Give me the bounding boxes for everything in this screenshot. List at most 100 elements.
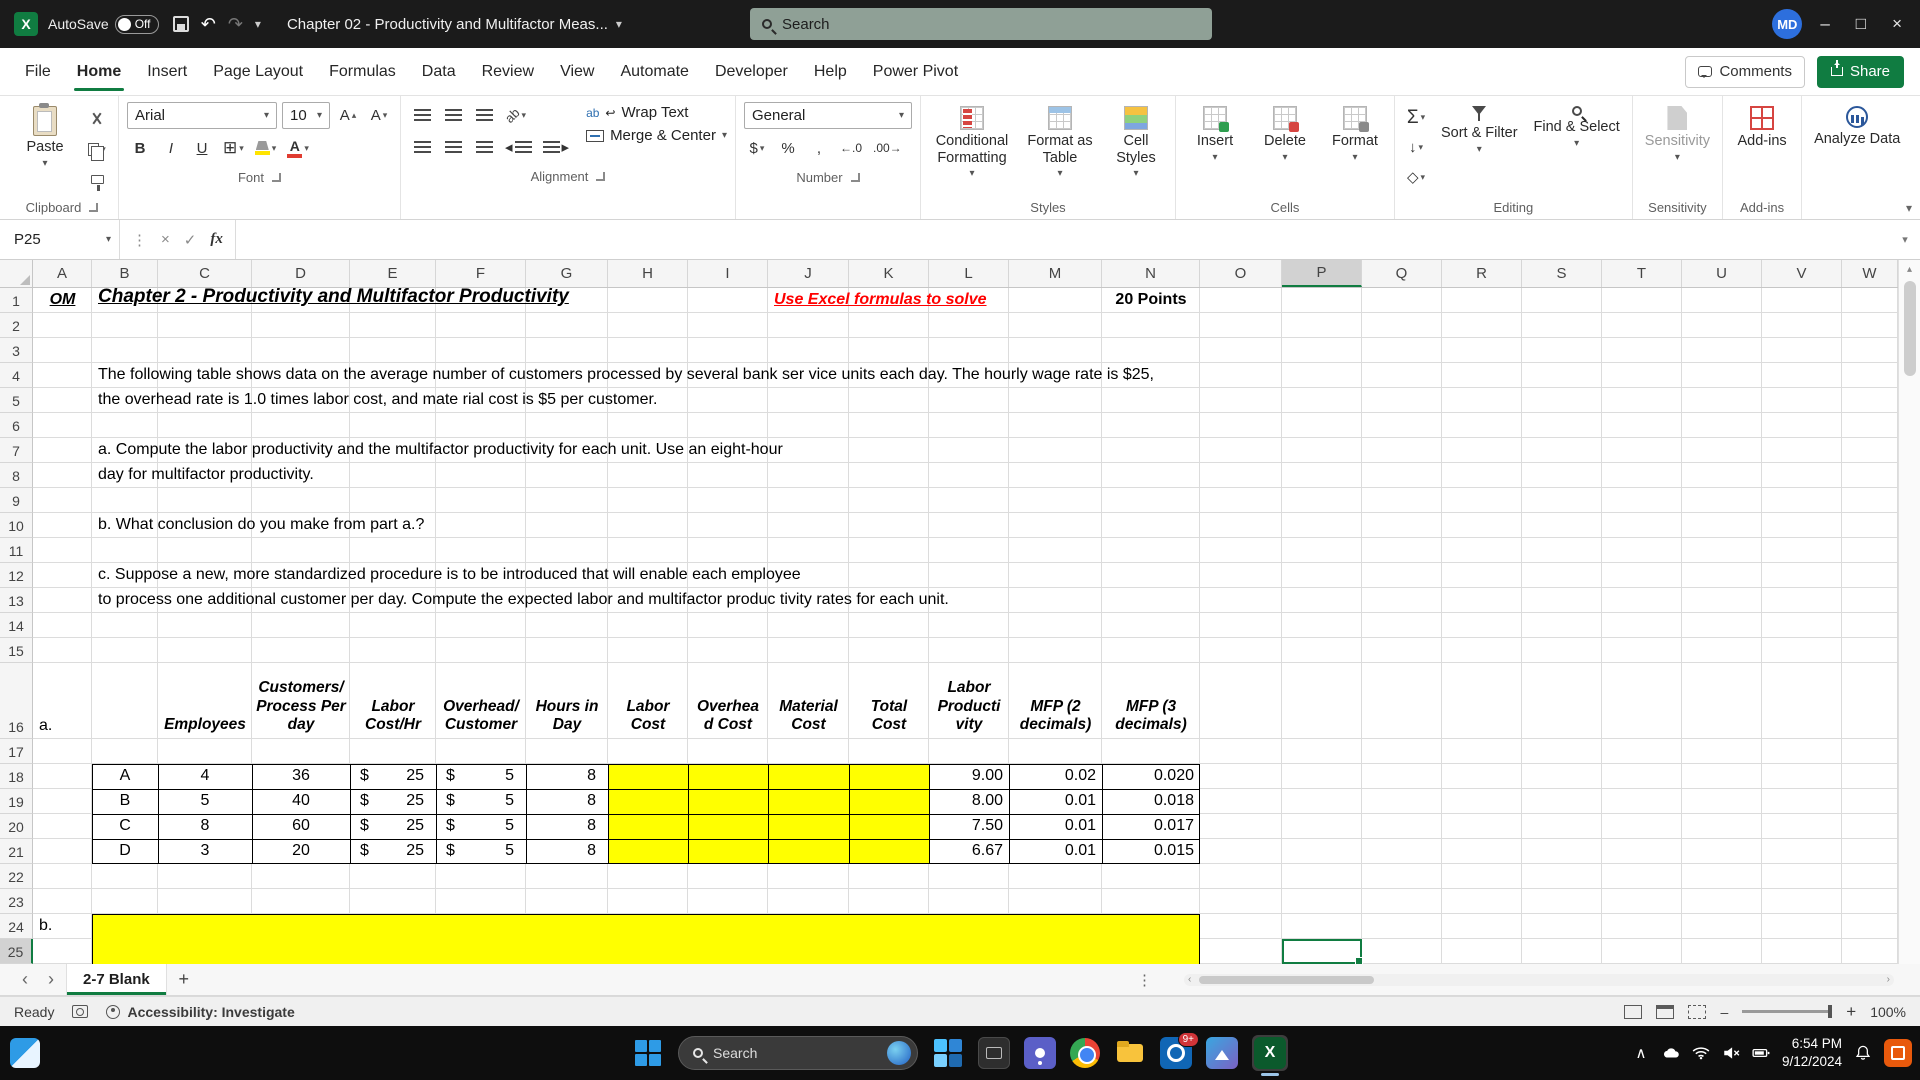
name-box[interactable]: P25 ▾ <box>0 220 120 259</box>
table-cell-I21[interactable] <box>688 839 768 864</box>
row-header-8[interactable]: 8 <box>0 463 33 488</box>
document-title[interactable]: Chapter 02 - Productivity and Multifacto… <box>287 16 622 33</box>
table-cell-H20[interactable] <box>608 814 688 839</box>
sensitivity-button[interactable]: Sensitivity ▾ <box>1641 102 1714 197</box>
comma-style-button[interactable]: , <box>806 135 832 161</box>
scroll-right-icon[interactable]: › <box>1887 974 1890 985</box>
ribbon-tab-review[interactable]: Review <box>469 48 547 95</box>
row-header-18[interactable]: 18 <box>0 764 33 789</box>
row-header-11[interactable]: 11 <box>0 538 33 563</box>
ribbon-tab-developer[interactable]: Developer <box>702 48 801 95</box>
decrease-decimal-button[interactable]: .00→ <box>870 135 905 161</box>
column-header-B[interactable]: B <box>92 260 158 287</box>
horizontal-scroll-thumb[interactable] <box>1199 975 1375 984</box>
app-window-button[interactable] <box>978 1037 1010 1069</box>
sheet-grid[interactable]: 1 2 3 4 5 6 7 8 9 10 11 12 13 14 15 16 17 18 19 20 21 22 23 24 2… <box>0 288 1898 964</box>
format-cells-button[interactable]: Format ▾ <box>1324 102 1386 197</box>
onedrive-icon[interactable] <box>1662 1045 1680 1061</box>
cancel-entry-button[interactable]: × <box>161 231 170 248</box>
row-header-1[interactable]: 1 <box>0 288 33 313</box>
account-avatar[interactable]: MD <box>1772 9 1803 39</box>
ribbon-tab-view[interactable]: View <box>547 48 607 95</box>
notifications-bell-icon[interactable] <box>1854 1045 1872 1061</box>
increase-indent-button[interactable]: ▸ <box>540 134 573 160</box>
column-header-H[interactable]: H <box>608 260 688 287</box>
row-header-3[interactable]: 3 <box>0 338 33 363</box>
autosum-button[interactable]: Σ ▾ <box>1403 104 1429 130</box>
close-button[interactable]: × <box>1892 14 1902 34</box>
row-header-15[interactable]: 15 <box>0 638 33 663</box>
column-header-V[interactable]: V <box>1762 260 1842 287</box>
table-cell-J19[interactable] <box>768 789 849 814</box>
table-cell-J21[interactable] <box>768 839 849 864</box>
number-format-select[interactable]: General ▾ <box>743 102 912 129</box>
scroll-up-icon[interactable]: ▴ <box>1907 264 1912 275</box>
screen-capture-icon[interactable] <box>1884 1039 1912 1067</box>
column-header-A[interactable]: A <box>33 260 92 287</box>
align-left-button[interactable] <box>409 134 435 160</box>
column-header-M[interactable]: M <box>1009 260 1102 287</box>
column-header-D[interactable]: D <box>252 260 350 287</box>
table-cell-H21[interactable] <box>608 839 688 864</box>
delete-cells-button[interactable]: Delete ▾ <box>1254 102 1316 197</box>
clear-button[interactable]: ◇ ▾ <box>1403 164 1429 190</box>
font-color-button[interactable]: A ▾ <box>284 135 312 161</box>
ribbon-tab-power-pivot[interactable]: Power Pivot <box>860 48 971 95</box>
table-cell-I20[interactable] <box>688 814 768 839</box>
zoom-slider-thumb[interactable] <box>1828 1005 1833 1018</box>
column-header-T[interactable]: T <box>1602 260 1682 287</box>
tab-options-icon[interactable]: ⋮ <box>1137 971 1152 989</box>
addins-button[interactable]: Add-ins <box>1731 102 1793 197</box>
wifi-icon[interactable] <box>1692 1045 1710 1061</box>
ribbon-tab-help[interactable]: Help <box>801 48 860 95</box>
row-header-22[interactable]: 22 <box>0 864 33 889</box>
insert-cells-button[interactable]: Insert ▾ <box>1184 102 1246 197</box>
next-sheet-button[interactable]: › <box>40 969 62 990</box>
task-view-button[interactable] <box>932 1037 964 1069</box>
macro-record-icon[interactable] <box>72 1005 89 1018</box>
zoom-slider[interactable] <box>1742 1005 1833 1018</box>
zoom-out-button[interactable]: – <box>1720 1004 1728 1020</box>
row-header-14[interactable]: 14 <box>0 613 33 638</box>
outlook-button[interactable]: 9+ <box>1160 1032 1199 1069</box>
photos-button[interactable] <box>1206 1037 1238 1069</box>
teams-button[interactable] <box>1024 1037 1056 1069</box>
select-all-corner[interactable] <box>0 260 33 287</box>
ribbon-tab-automate[interactable]: Automate <box>607 48 701 95</box>
fill-button[interactable]: ↓ ▾ <box>1403 134 1429 160</box>
column-header-F[interactable]: F <box>436 260 526 287</box>
minimize-button[interactable]: – <box>1820 14 1829 34</box>
column-header-I[interactable]: I <box>688 260 768 287</box>
row-header-13[interactable]: 13 <box>0 588 33 613</box>
search-box[interactable]: Search <box>750 8 1212 40</box>
format-as-table-button[interactable]: Format as Table ▾ <box>1023 102 1097 197</box>
row-header-5[interactable]: 5 <box>0 388 33 413</box>
align-middle-button[interactable] <box>440 102 466 128</box>
table-cell-J20[interactable] <box>768 814 849 839</box>
file-explorer-button[interactable] <box>1114 1037 1146 1069</box>
copy-button[interactable]: ▾ <box>84 136 110 162</box>
column-header-E[interactable]: E <box>350 260 436 287</box>
bold-button[interactable]: B <box>127 135 153 161</box>
row-header-9[interactable]: 9 <box>0 488 33 513</box>
clipboard-dialog-launcher[interactable] <box>89 202 99 212</box>
fill-color-button[interactable]: ▾ <box>252 135 280 161</box>
font-size-select[interactable]: 10 ▾ <box>282 102 330 129</box>
column-header-S[interactable]: S <box>1522 260 1602 287</box>
format-painter-button[interactable] <box>84 166 110 192</box>
column-header-C[interactable]: C <box>158 260 252 287</box>
autosave-switch[interactable]: Off <box>114 14 159 34</box>
normal-view-button[interactable] <box>1624 1004 1643 1019</box>
horizontal-scrollbar[interactable]: ‹ › <box>1184 973 1894 986</box>
column-header-J[interactable]: J <box>768 260 849 287</box>
row-header-12[interactable]: 12 <box>0 563 33 588</box>
zoom-level[interactable]: 100% <box>1870 1004 1906 1020</box>
column-header-W[interactable]: W <box>1842 260 1898 287</box>
decrease-font-button[interactable]: A ▾ <box>366 103 392 129</box>
row-header-16[interactable]: 16 <box>0 663 33 739</box>
table-cell-H18[interactable] <box>608 764 688 789</box>
accounting-format-button[interactable]: $ ▾ <box>744 135 770 161</box>
row-header-23[interactable]: 23 <box>0 889 33 914</box>
column-header-U[interactable]: U <box>1682 260 1762 287</box>
column-header-O[interactable]: O <box>1200 260 1282 287</box>
